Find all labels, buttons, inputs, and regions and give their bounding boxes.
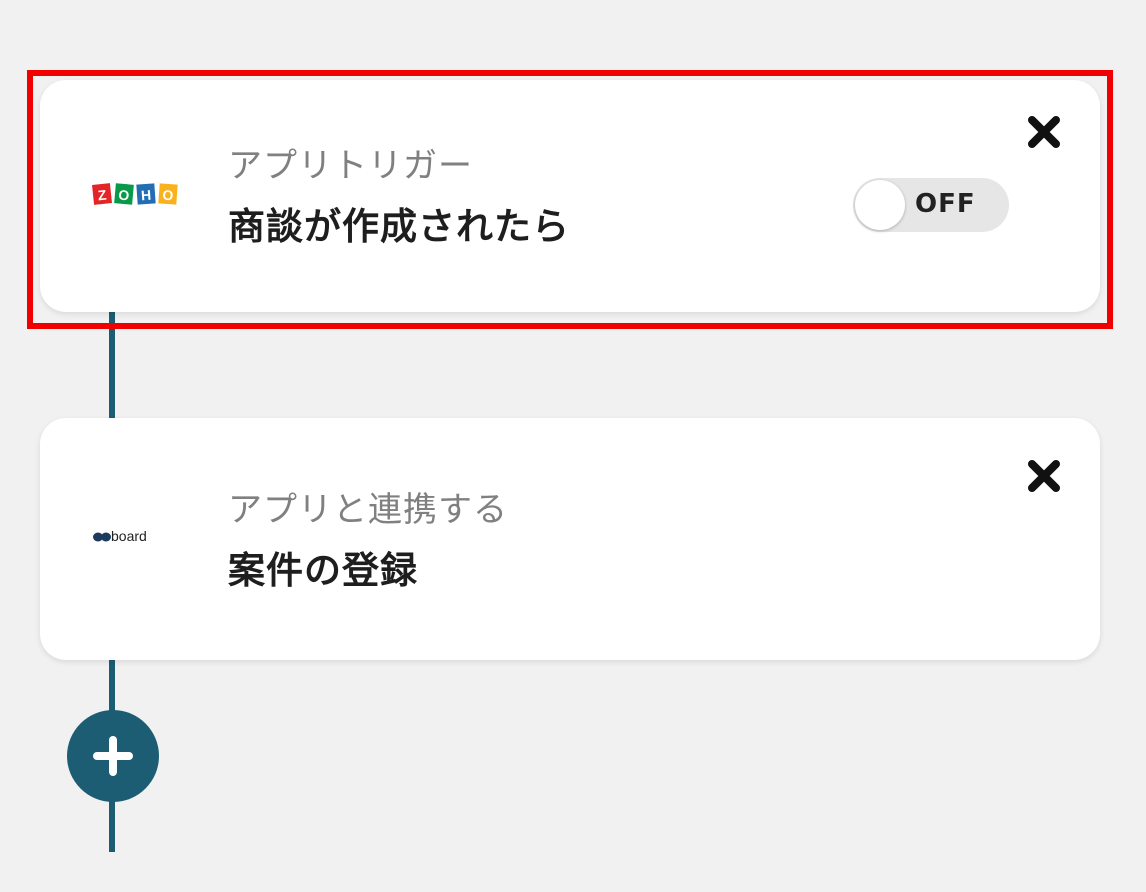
- svg-text:H: H: [140, 187, 151, 204]
- connector-line: [109, 800, 115, 852]
- close-icon[interactable]: [1022, 110, 1066, 154]
- step-title: 案件の登録: [228, 549, 418, 592]
- toggle-label: OFF: [915, 189, 976, 219]
- step-type-label: アプリトリガー: [228, 146, 473, 186]
- close-icon[interactable]: [1022, 454, 1066, 498]
- svg-text:O: O: [162, 187, 174, 204]
- connector-line: [109, 312, 115, 418]
- step-type-label: アプリと連携する: [228, 490, 508, 530]
- trigger-toggle[interactable]: OFF: [853, 178, 1009, 232]
- board-logo-icon: board: [93, 528, 147, 544]
- plus-icon: [93, 736, 133, 776]
- step-title: 商談が作成されたら: [228, 205, 570, 248]
- svg-text:O: O: [118, 187, 130, 204]
- zoho-logo-icon: Z O H O: [92, 183, 178, 205]
- add-step-button[interactable]: [67, 710, 159, 802]
- trigger-step-card[interactable]: Z O H O アプリトリガー 商談が作成されたら OFF: [40, 80, 1100, 312]
- board-logo-text: board: [111, 528, 147, 544]
- toggle-knob: [855, 180, 905, 230]
- action-step-card[interactable]: board アプリと連携する 案件の登録: [40, 418, 1100, 660]
- connector-line: [109, 660, 115, 712]
